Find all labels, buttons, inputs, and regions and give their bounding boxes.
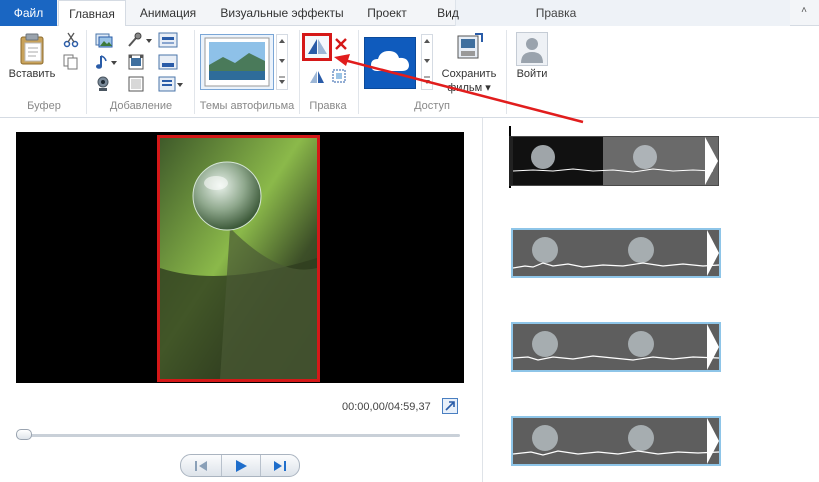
annotation-overlay (334, 54, 584, 124)
annotation-arrowhead (334, 54, 350, 66)
annotation-arrow (343, 58, 584, 124)
